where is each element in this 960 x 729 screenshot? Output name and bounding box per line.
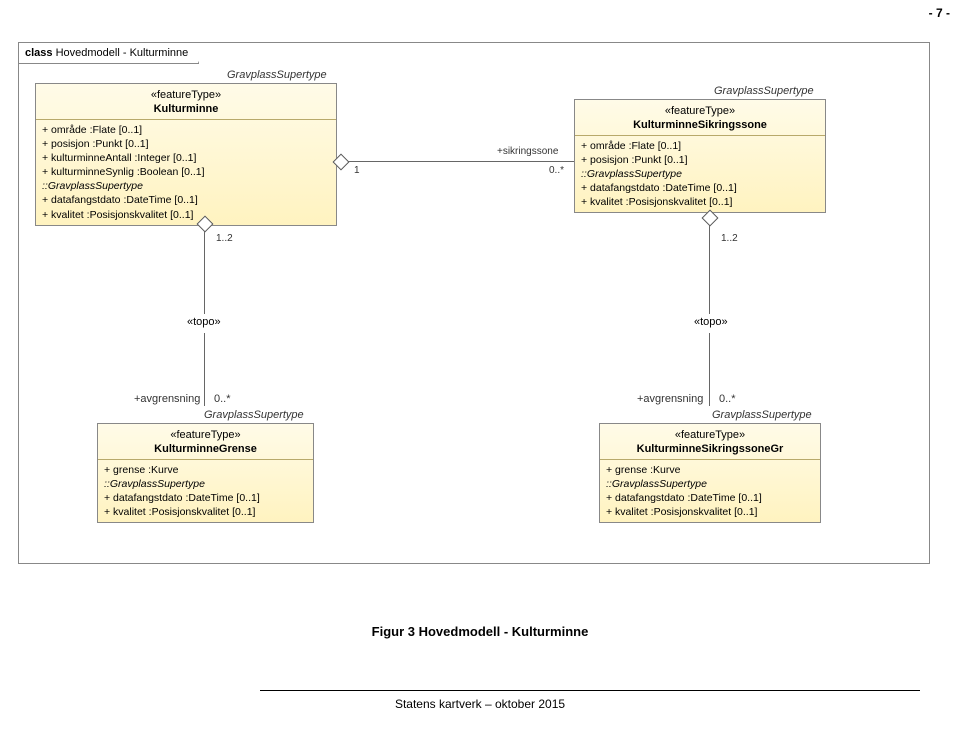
attr-inherited-header: ::GravplassSupertype xyxy=(42,179,330,193)
attr: + grense :Kurve xyxy=(606,463,814,477)
class-sikringssonegr: «featureType» KulturminneSikringssoneGr … xyxy=(599,423,821,523)
attr-inherited-header: ::GravplassSupertype xyxy=(104,477,307,491)
topo-label: «topo» xyxy=(694,316,728,328)
class-name: KulturminneSikringssone xyxy=(581,118,819,132)
mult-1: 1 xyxy=(354,165,360,176)
attr-inherited-header: ::GravplassSupertype xyxy=(581,167,819,181)
mult-0star: 0..* xyxy=(214,393,231,405)
stereotype: «featureType» xyxy=(42,88,330,102)
mult-1-2: 1..2 xyxy=(216,233,233,244)
supertype-label: GravplassSupertype xyxy=(712,409,812,421)
attr: + kvalitet :Posisjonskvalitet [0..1] xyxy=(42,208,330,222)
supertype-label: GravplassSupertype xyxy=(227,69,327,81)
attr: + kulturminneAntall :Integer [0..1] xyxy=(42,151,330,165)
class-grense: «featureType» KulturminneGrense + grense… xyxy=(97,423,314,523)
supertype-label: GravplassSupertype xyxy=(204,409,304,421)
topo-line xyxy=(709,244,710,314)
role-sikringssone: +sikringssone xyxy=(497,146,558,157)
mult-0star: 0..* xyxy=(719,393,736,405)
class-attrs: + grense :Kurve ::GravplassSupertype + d… xyxy=(600,460,820,523)
class-header: «featureType» KulturminneSikringssone xyxy=(575,100,825,136)
class-attrs: + grense :Kurve ::GravplassSupertype + d… xyxy=(98,460,313,523)
attr: + posisjon :Punkt [0..1] xyxy=(42,137,330,151)
class-header: «featureType» Kulturminne xyxy=(36,84,336,120)
class-attrs: + område :Flate [0..1] + posisjon :Punkt… xyxy=(575,136,825,213)
stereotype: «featureType» xyxy=(581,104,819,118)
attr: + område :Flate [0..1] xyxy=(42,123,330,137)
class-name: KulturminneSikringssoneGr xyxy=(606,442,814,456)
class-header: «featureType» KulturminneGrense xyxy=(98,424,313,460)
frame-title-prefix: class xyxy=(25,47,56,59)
class-sikringssone: «featureType» KulturminneSikringssone + … xyxy=(574,99,826,213)
frame-title: Hovedmodell - Kulturminne xyxy=(56,47,189,59)
figure-caption: Figur 3 Hovedmodell - Kulturminne xyxy=(0,624,960,639)
footer-text: Statens kartverk – oktober 2015 xyxy=(0,697,960,711)
class-attrs: + område :Flate [0..1] + posisjon :Punkt… xyxy=(36,120,336,225)
footer-divider xyxy=(260,690,920,691)
attr: + datafangstdato :DateTime [0..1] xyxy=(104,491,307,505)
mult-1-2: 1..2 xyxy=(721,233,738,244)
topo-line xyxy=(204,244,205,314)
assoc-line xyxy=(335,161,574,162)
page: - 7 - class Hovedmodell - Kulturminne Gr… xyxy=(0,0,960,729)
class-name: Kulturminne xyxy=(42,102,330,116)
stereotype: «featureType» xyxy=(104,428,307,442)
attr: + kvalitet :Posisjonskvalitet [0..1] xyxy=(104,505,307,519)
stereotype: «featureType» xyxy=(606,428,814,442)
attr: + datafangstdato :DateTime [0..1] xyxy=(581,181,819,195)
topo-line xyxy=(709,333,710,406)
attr-inherited-header: ::GravplassSupertype xyxy=(606,477,814,491)
attr: + kvalitet :Posisjonskvalitet [0..1] xyxy=(606,505,814,519)
role-avgrensning: +avgrensning xyxy=(134,393,200,405)
diagram-frame: class Hovedmodell - Kulturminne Gravplas… xyxy=(18,42,930,564)
topo-label: «topo» xyxy=(187,316,221,328)
attr: + kulturminneSynlig :Boolean [0..1] xyxy=(42,165,330,179)
class-name: KulturminneGrense xyxy=(104,442,307,456)
attr: + kvalitet :Posisjonskvalitet [0..1] xyxy=(581,195,819,209)
supertype-label: GravplassSupertype xyxy=(714,85,814,97)
role-avgrensning: +avgrensning xyxy=(637,393,703,405)
class-header: «featureType» KulturminneSikringssoneGr xyxy=(600,424,820,460)
attr: + grense :Kurve xyxy=(104,463,307,477)
page-number: - 7 - xyxy=(929,6,950,20)
attr: + posisjon :Punkt [0..1] xyxy=(581,153,819,167)
topo-line xyxy=(204,333,205,406)
class-kulturminne: «featureType» Kulturminne + område :Flat… xyxy=(35,83,337,226)
attr: + datafangstdato :DateTime [0..1] xyxy=(606,491,814,505)
mult-0star: 0..* xyxy=(549,165,564,176)
attr: + område :Flate [0..1] xyxy=(581,139,819,153)
attr: + datafangstdato :DateTime [0..1] xyxy=(42,193,330,207)
frame-title-tab: class Hovedmodell - Kulturminne xyxy=(19,43,199,64)
